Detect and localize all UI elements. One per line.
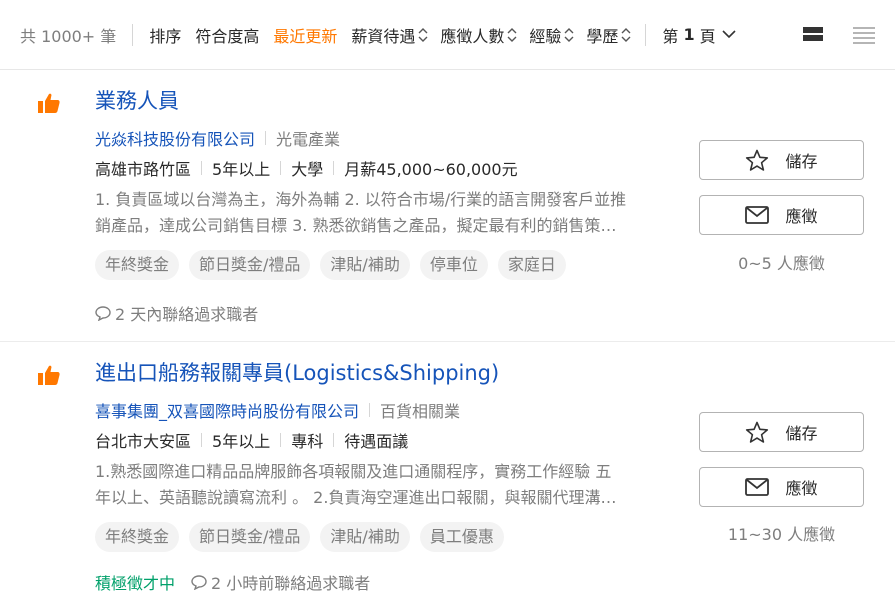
- job-description-line: 年以上、英語聽說讀寫流利 。 2.負責海空運進出口報關，與報關代理溝…: [95, 488, 617, 507]
- apply-button[interactable]: 應徵: [699, 195, 864, 235]
- job-experience: 5年以上: [212, 160, 271, 179]
- industry: 光電產業: [276, 130, 341, 149]
- sort-salary-label: 薪資待遇: [351, 26, 416, 46]
- contact-status: 2 天內聯絡過求職者: [95, 301, 258, 325]
- applicant-count: 0~5 人應徵: [738, 254, 825, 273]
- job-tags: 年終獎金 節日獎金/禮品 津貼/補助 員工優惠: [95, 522, 514, 552]
- contact-text: 2 小時前聯絡過求職者: [211, 574, 371, 593]
- job-tag: 年終獎金: [95, 522, 180, 552]
- sort-experience-option[interactable]: 經驗: [529, 23, 574, 47]
- divider: [201, 433, 203, 447]
- sort-education-option[interactable]: 學歷: [586, 23, 631, 47]
- job-description: 1.熟悉國際進口精品品牌服飾各項報關及進口通關程序，實務工作經驗 五 年以上、英…: [95, 459, 673, 511]
- page-prefix: 第: [662, 26, 679, 46]
- envelope-icon: [745, 206, 770, 224]
- divider: [333, 161, 335, 175]
- envelope-icon: [745, 478, 770, 496]
- result-count: 共 1000+ 筆: [20, 26, 117, 46]
- job-card: 業務人員 光焱科技股份有限公司 光電產業 高雄市路竹區 5年以上 大學 月薪45…: [0, 71, 895, 342]
- thumbs-up-icon: [38, 365, 60, 385]
- company-line: 光焱科技股份有限公司 光電產業: [95, 126, 340, 150]
- sort-education-label: 學歷: [586, 26, 619, 46]
- sort-relevance-option[interactable]: 符合度高: [195, 23, 259, 47]
- company-name[interactable]: 光焱科技股份有限公司: [95, 126, 255, 150]
- contact-text: 2 天內聯絡過求職者: [115, 305, 259, 324]
- apply-button[interactable]: 應徵: [699, 467, 864, 507]
- page-suffix: 頁: [699, 26, 716, 46]
- job-tag: 年終獎金: [95, 250, 180, 280]
- chat-bubble-icon: [95, 305, 111, 321]
- job-tag: 節日獎金/禮品: [189, 250, 311, 280]
- sort-toolbar: 共 1000+ 筆 排序 符合度高 最近更新 薪資待遇 應徵人數 經驗 學歷 第: [0, 0, 895, 70]
- divider: [265, 131, 267, 145]
- job-salary: 月薪45,000~60,000元: [344, 160, 518, 179]
- divider: [280, 433, 282, 447]
- job-education: 大學: [291, 160, 324, 179]
- page-number: 1: [683, 25, 695, 44]
- job-description: 1. 負責區域以台灣為主，海外為輔 2. 以符合市場/行業的語言開發客戶並推 銷…: [95, 187, 673, 239]
- sort-arrows-icon: [564, 27, 574, 43]
- chat-bubble-icon: [191, 574, 207, 590]
- divider: [280, 161, 282, 175]
- job-tag: 停車位: [419, 250, 488, 280]
- divider: [201, 161, 203, 175]
- applicant-count: 11~30 人應徵: [727, 525, 836, 544]
- job-tag: 員工優惠: [419, 522, 504, 552]
- compact-view-icon[interactable]: [853, 24, 875, 44]
- company-line: 喜事集團_双喜國際時尚股份有限公司 百貨相關業: [95, 398, 460, 422]
- job-tag: 津貼/補助: [320, 250, 410, 280]
- job-info-line: 高雄市路竹區 5年以上 大學 月薪45,000~60,000元: [95, 156, 518, 180]
- company-name[interactable]: 喜事集團_双喜國際時尚股份有限公司: [95, 398, 359, 422]
- apply-label: 應徵: [785, 479, 818, 498]
- job-description-line: 1.熟悉國際進口精品品牌服飾各項報關及進口通關程序，實務工作經驗 五: [95, 462, 612, 481]
- job-salary: 待遇面議: [344, 432, 409, 451]
- save-label: 儲存: [785, 152, 818, 171]
- sort-salary-option[interactable]: 薪資待遇: [351, 23, 428, 47]
- save-button[interactable]: 儲存: [699, 412, 864, 452]
- thumbs-up-icon: [38, 93, 60, 113]
- job-education: 專科: [291, 432, 324, 451]
- job-description-line: 銷產品，達成公司銷售目標 3. 熟悉欲銷售之產品，擬定最有利的銷售策…: [95, 216, 617, 235]
- job-description-line: 1. 負責區域以台灣為主，海外為輔 2. 以符合市場/行業的語言開發客戶並推: [95, 190, 627, 209]
- save-label: 儲存: [785, 424, 818, 443]
- sort-arrows-icon: [507, 27, 517, 43]
- divider: [333, 433, 335, 447]
- job-title[interactable]: 業務人員: [95, 85, 179, 115]
- job-location: 台北市大安區: [95, 432, 192, 451]
- job-title[interactable]: 進出口船務報關專員(Logistics&Shipping): [95, 357, 499, 387]
- page-selector[interactable]: 第 1 頁: [662, 23, 736, 47]
- sort-applicants-option[interactable]: 應徵人數: [440, 23, 517, 47]
- urgent-hiring-badge: 積極徵才中: [95, 574, 176, 593]
- sort-arrows-icon: [418, 27, 428, 43]
- sort-experience-label: 經驗: [529, 26, 562, 46]
- job-location: 高雄市路竹區: [95, 160, 192, 179]
- toolbar-divider: [645, 23, 647, 46]
- star-icon: [746, 421, 769, 443]
- detailed-view-icon[interactable]: [803, 24, 823, 44]
- sort-arrows-icon: [621, 27, 631, 43]
- star-icon: [746, 149, 769, 171]
- job-tag: 家庭日: [497, 250, 566, 280]
- sort-applicants-label: 應徵人數: [440, 26, 505, 46]
- divider: [369, 403, 371, 417]
- job-tag: 津貼/補助: [320, 522, 410, 552]
- job-card: 進出口船務報關專員(Logistics&Shipping) 喜事集團_双喜國際時…: [0, 343, 895, 593]
- job-tags: 年終獎金 節日獎金/禮品 津貼/補助 停車位 家庭日: [95, 250, 576, 280]
- sort-recent-option[interactable]: 最近更新: [273, 23, 337, 47]
- job-info-line: 台北市大安區 5年以上 專科 待遇面議: [95, 428, 408, 452]
- apply-label: 應徵: [785, 207, 818, 226]
- job-experience: 5年以上: [212, 432, 271, 451]
- contact-status: 積極徵才中 2 小時前聯絡過求職者: [95, 570, 370, 594]
- industry: 百貨相關業: [380, 402, 461, 421]
- job-tag: 節日獎金/禮品: [189, 522, 311, 552]
- toolbar-divider: [132, 23, 134, 46]
- sort-label: 排序: [149, 26, 182, 46]
- chevron-down-icon: [722, 30, 736, 39]
- save-button[interactable]: 儲存: [699, 140, 864, 180]
